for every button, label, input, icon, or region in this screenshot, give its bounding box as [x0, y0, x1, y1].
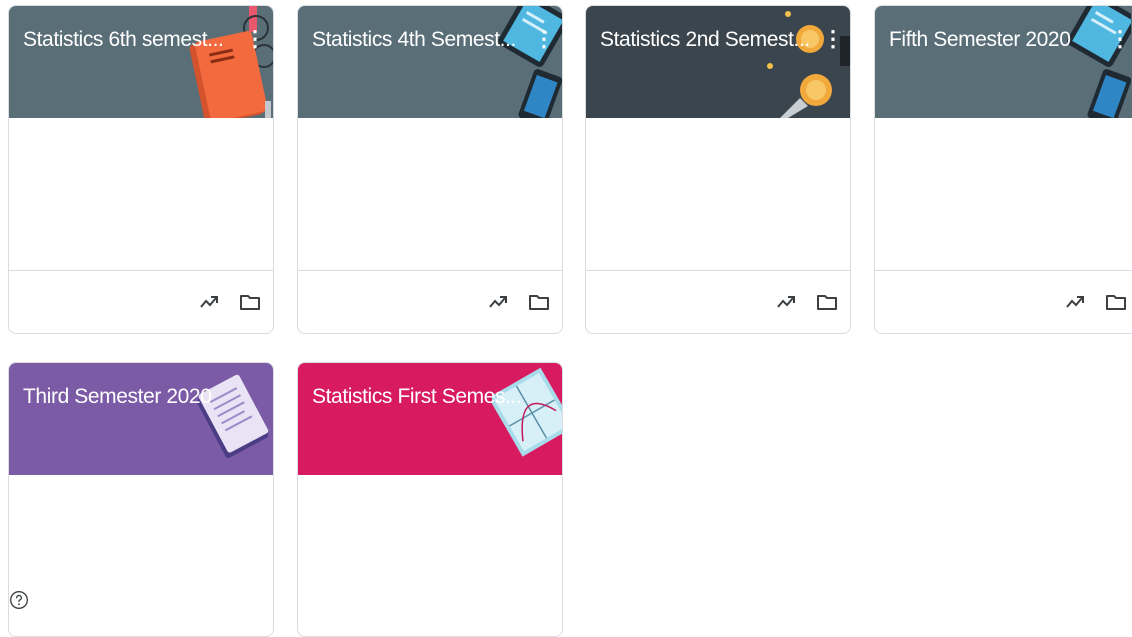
class-card-fifth-semester[interactable]: Fifth Semester 2020 ⋮: [874, 5, 1132, 334]
card-actions: [875, 270, 1132, 333]
class-title[interactable]: Third Semester 2020: [23, 385, 212, 409]
trending-up-icon[interactable]: [774, 290, 798, 314]
class-card-statistics-2nd[interactable]: Statistics 2nd Semest... ⋮: [585, 5, 851, 334]
class-banner[interactable]: Third Semester 2020: [9, 363, 273, 475]
class-title[interactable]: Statistics 6th semest...: [23, 28, 224, 52]
class-card-statistics-first[interactable]: Statistics First Semes...: [297, 362, 563, 637]
class-banner[interactable]: Statistics 6th semest... ⋮: [9, 6, 273, 118]
class-options-menu[interactable]: ⋮: [244, 26, 266, 52]
coins-icon: [767, 11, 850, 118]
class-banner[interactable]: Statistics 2nd Semest... ⋮: [586, 6, 850, 118]
folder-icon[interactable]: [815, 290, 839, 314]
card-actions: [298, 270, 562, 333]
tablet-and-phone-icon: [1067, 6, 1131, 118]
class-options-menu[interactable]: ⋮: [1109, 26, 1131, 52]
class-title[interactable]: Statistics 2nd Semest...: [600, 28, 810, 52]
class-title[interactable]: Fifth Semester 2020: [889, 28, 1071, 52]
folder-icon[interactable]: [238, 290, 262, 314]
class-options-menu[interactable]: ⋮: [533, 26, 555, 52]
trending-up-icon[interactable]: [1063, 290, 1087, 314]
graph-paper-icon: [492, 367, 562, 457]
class-banner[interactable]: Statistics 4th Semest... ⋮: [298, 6, 562, 118]
class-title[interactable]: Statistics 4th Semest...: [312, 28, 516, 52]
class-options-menu[interactable]: ⋮: [822, 26, 844, 52]
folder-icon[interactable]: [527, 290, 551, 314]
class-title[interactable]: Statistics First Semes...: [312, 385, 522, 409]
card-actions: [9, 270, 273, 333]
class-banner[interactable]: Statistics First Semes...: [298, 363, 562, 475]
class-card-third-semester[interactable]: Third Semester 2020: [8, 362, 274, 637]
trending-up-icon[interactable]: [486, 290, 510, 314]
folder-icon[interactable]: [1104, 290, 1128, 314]
class-banner[interactable]: Fifth Semester 2020 ⋮: [875, 6, 1132, 118]
notebook-icon: [197, 374, 269, 458]
class-card-statistics-4th[interactable]: Statistics 4th Semest... ⋮: [297, 5, 563, 334]
card-actions: [586, 270, 850, 333]
help-circle-icon[interactable]: [9, 590, 29, 610]
tablet-and-phone-icon: [498, 6, 562, 118]
class-card-statistics-6th[interactable]: Statistics 6th semest... ⋮: [8, 5, 274, 334]
trending-up-icon[interactable]: [197, 290, 221, 314]
book-and-glasses-icon: [189, 6, 273, 118]
